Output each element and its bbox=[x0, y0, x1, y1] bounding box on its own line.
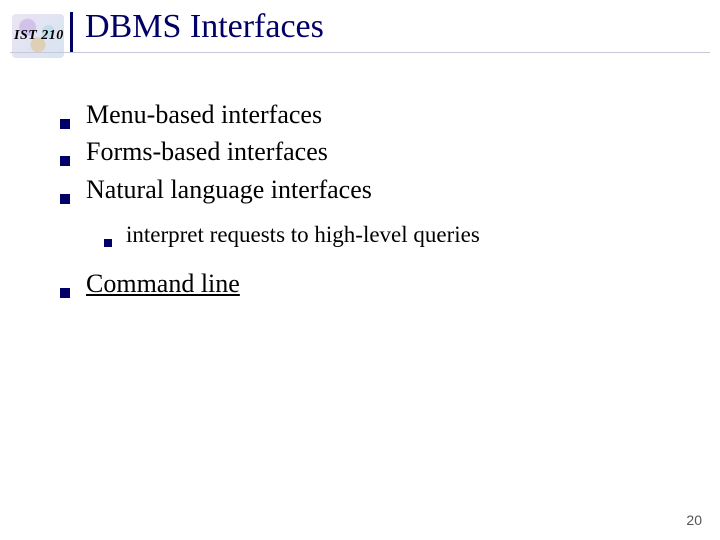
page-number: 20 bbox=[686, 512, 702, 528]
bullet-icon bbox=[60, 288, 70, 298]
header-underline bbox=[10, 52, 710, 53]
list-item: Menu-based interfaces bbox=[60, 98, 480, 131]
list-item: Forms-based interfaces bbox=[60, 135, 480, 168]
bullet-icon bbox=[60, 194, 70, 204]
bullet-label: Forms-based interfaces bbox=[86, 135, 328, 168]
course-code: IST 210 bbox=[14, 28, 64, 44]
bullet-label: Natural language interfaces bbox=[86, 173, 372, 206]
list-item: Command line bbox=[60, 267, 480, 300]
page-title: DBMS Interfaces bbox=[85, 8, 324, 46]
sub-list: interpret requests to high-level queries bbox=[104, 220, 480, 249]
list-item: interpret requests to high-level queries bbox=[104, 220, 480, 249]
header-divider bbox=[70, 12, 73, 52]
bullet-label: Menu-based interfaces bbox=[86, 98, 322, 131]
bullet-label: interpret requests to high-level queries bbox=[126, 220, 480, 249]
bullet-icon bbox=[60, 156, 70, 166]
list-item: Natural language interfaces bbox=[60, 173, 480, 206]
slide-header: IST 210 DBMS Interfaces bbox=[0, 0, 720, 68]
bullet-icon bbox=[104, 239, 112, 247]
content-area: Menu-based interfaces Forms-based interf… bbox=[60, 98, 480, 305]
bullet-icon bbox=[60, 119, 70, 129]
bullet-label: Command line bbox=[86, 267, 240, 300]
